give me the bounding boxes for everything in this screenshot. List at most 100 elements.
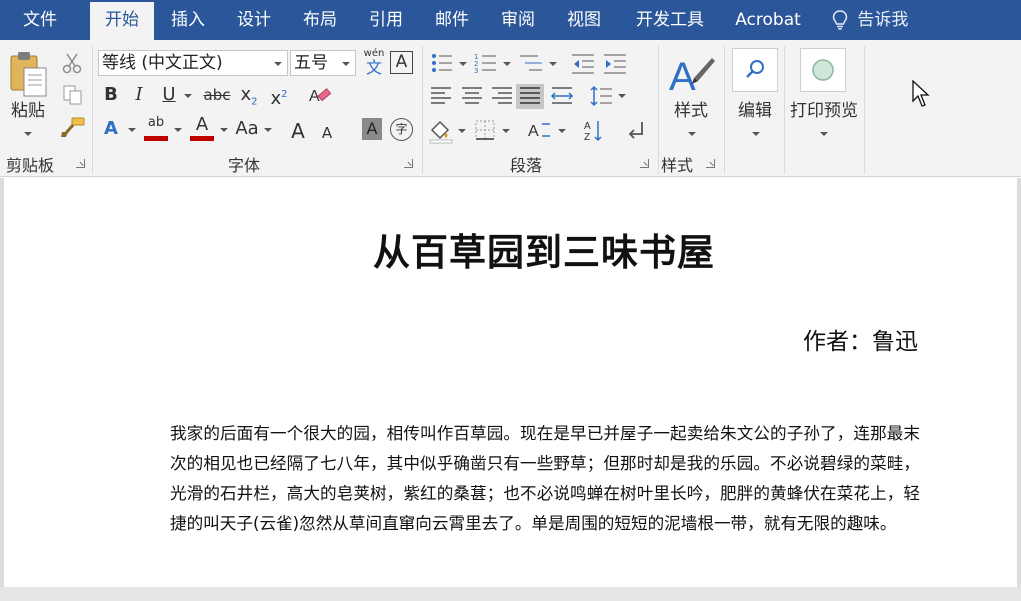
phonetic-guide-char: 文 bbox=[365, 58, 382, 77]
font-color-button[interactable]: A bbox=[190, 112, 214, 138]
clipboard-group-label: 剪贴板 bbox=[6, 156, 55, 175]
tab-layout[interactable]: 布局 bbox=[288, 0, 352, 40]
svg-text:A: A bbox=[584, 121, 591, 132]
tab-review[interactable]: 审阅 bbox=[486, 0, 550, 40]
styles-dropdown-icon[interactable] bbox=[688, 132, 696, 136]
enclose-characters-button[interactable]: 字 bbox=[390, 118, 413, 141]
character-border-button[interactable]: A bbox=[390, 51, 413, 74]
copy-icon[interactable] bbox=[62, 84, 84, 110]
svg-text:3: 3 bbox=[474, 67, 478, 75]
clipboard-launcher-icon[interactable] bbox=[76, 159, 85, 168]
distributed-icon bbox=[550, 87, 574, 104]
group-divider bbox=[658, 46, 659, 174]
character-shading-button[interactable]: A bbox=[362, 118, 382, 140]
borders-icon bbox=[475, 120, 510, 140]
paragraph-group-label: 段落 bbox=[510, 156, 543, 175]
mouse-pointer-icon bbox=[912, 79, 932, 112]
paragraph-row2-icons bbox=[430, 83, 630, 114]
font-color-bar bbox=[190, 136, 214, 141]
highlight-color-bar bbox=[144, 136, 168, 141]
print-preview-button-label[interactable]: 打印预览 bbox=[786, 98, 862, 124]
increase-indent-icon bbox=[604, 54, 626, 74]
grow-font-button[interactable]: A bbox=[288, 118, 308, 144]
tab-developer[interactable]: 开发工具 bbox=[622, 0, 718, 40]
group-divider bbox=[784, 46, 785, 174]
font-group-label: 字体 bbox=[228, 156, 261, 175]
styles-icon[interactable]: A bbox=[668, 48, 716, 100]
shading-icon bbox=[429, 120, 466, 144]
tab-references[interactable]: 引用 bbox=[354, 0, 418, 40]
ribbon-tab-bar: 文件 开始 插入 设计 布局 引用 邮件 审阅 视图 开发工具 Acrobat … bbox=[0, 0, 1021, 40]
superscript-mark: 2 bbox=[281, 89, 288, 100]
tab-home[interactable]: 开始 bbox=[90, 2, 154, 40]
print-preview-icon[interactable] bbox=[800, 48, 846, 92]
body-paragraph: 我家的后面有一个很大的园，相传叫作百草园。现在是早已并屋子一起卖给朱文公的子孙了… bbox=[170, 424, 920, 533]
group-divider bbox=[724, 46, 725, 174]
change-case-button[interactable]: Aa bbox=[234, 116, 260, 142]
print-preview-dropdown-icon[interactable] bbox=[820, 132, 828, 136]
font-size-value: 五号 bbox=[294, 53, 328, 73]
document-body: 我家的后面有一个很大的园，相传叫作百草园。现在是早已并屋子一起卖给朱文公的子孙了… bbox=[170, 419, 920, 539]
shrink-font-button[interactable]: A bbox=[318, 120, 336, 146]
multilevel-list-icon bbox=[520, 55, 557, 71]
ribbon-panel: 粘贴 剪贴板 等线 (中文正文) 五号 wén 文 A B I U abc x2… bbox=[0, 40, 1021, 177]
group-divider bbox=[92, 46, 93, 174]
asian-layout-icon: A bbox=[528, 123, 566, 140]
tab-file[interactable]: 文件 bbox=[8, 0, 72, 40]
align-center-icon bbox=[462, 87, 482, 104]
bold-button[interactable]: B bbox=[100, 82, 122, 108]
subscript-button[interactable]: x2 bbox=[238, 82, 260, 108]
text-effects-button[interactable]: A bbox=[100, 116, 122, 142]
strikethrough-button[interactable]: abc bbox=[200, 82, 234, 108]
font-size-select[interactable]: 五号 bbox=[290, 50, 356, 76]
group-divider bbox=[422, 46, 423, 174]
underline-dropdown-icon[interactable] bbox=[184, 94, 192, 98]
editing-dropdown-icon[interactable] bbox=[752, 132, 760, 136]
font-name-select[interactable]: 等线 (中文正文) bbox=[98, 50, 288, 76]
document-author: 作者：鲁迅 bbox=[803, 329, 918, 355]
tab-design[interactable]: 设计 bbox=[222, 0, 286, 40]
paragraph-row1-icons: 123 bbox=[430, 52, 630, 80]
format-painter-icon[interactable] bbox=[60, 116, 86, 142]
styles-button-label[interactable]: 样式 bbox=[668, 98, 714, 124]
cut-icon[interactable] bbox=[62, 52, 82, 78]
font-launcher-icon[interactable] bbox=[404, 159, 413, 168]
paragraph-row3-icons: A AZ bbox=[428, 118, 658, 148]
tab-view[interactable]: 视图 bbox=[552, 0, 616, 40]
search-icon[interactable] bbox=[732, 48, 778, 92]
phonetic-guide-button[interactable]: wén 文 bbox=[362, 48, 386, 76]
subscript-base: x bbox=[240, 84, 252, 105]
tab-acrobat[interactable]: Acrobat bbox=[724, 0, 812, 40]
superscript-button[interactable]: x2 bbox=[268, 82, 290, 109]
tab-insert[interactable]: 插入 bbox=[156, 0, 220, 40]
group-divider bbox=[864, 46, 865, 174]
text-effects-dropdown-icon[interactable] bbox=[128, 128, 136, 132]
italic-button[interactable]: I bbox=[128, 82, 150, 108]
lightbulb-icon bbox=[832, 10, 857, 30]
font-color-dropdown-icon[interactable] bbox=[220, 128, 228, 132]
editing-button-label[interactable]: 编辑 bbox=[732, 98, 778, 124]
svg-text:Z: Z bbox=[584, 132, 590, 143]
line-spacing-icon bbox=[590, 85, 626, 107]
align-right-icon bbox=[492, 87, 512, 104]
highlight-mark: ab bbox=[147, 115, 165, 130]
status-strip bbox=[0, 587, 1021, 601]
clear-formatting-icon[interactable]: A bbox=[308, 84, 332, 110]
svg-text:A: A bbox=[669, 55, 696, 96]
change-case-dropdown-icon[interactable] bbox=[264, 128, 272, 132]
styles-launcher-icon[interactable] bbox=[706, 159, 715, 168]
paste-button-label[interactable]: 粘贴 bbox=[8, 98, 48, 124]
align-left-icon bbox=[431, 87, 451, 104]
highlight-dropdown-icon[interactable] bbox=[174, 128, 182, 132]
tab-mailings[interactable]: 邮件 bbox=[420, 0, 484, 40]
document-title: 从百草园到三味书屋 bbox=[373, 231, 715, 274]
numbering-icon: 123 bbox=[474, 53, 511, 75]
paste-dropdown-icon[interactable] bbox=[24, 132, 32, 136]
decrease-indent-icon bbox=[572, 54, 594, 74]
underline-button[interactable]: U bbox=[158, 82, 180, 108]
font-name-value: 等线 (中文正文) bbox=[102, 53, 223, 73]
paste-icon[interactable] bbox=[8, 50, 50, 104]
tell-me-search[interactable]: 告诉我 bbox=[832, 0, 908, 40]
paragraph-launcher-icon[interactable] bbox=[640, 159, 649, 168]
sort-icon: AZ bbox=[584, 121, 602, 143]
